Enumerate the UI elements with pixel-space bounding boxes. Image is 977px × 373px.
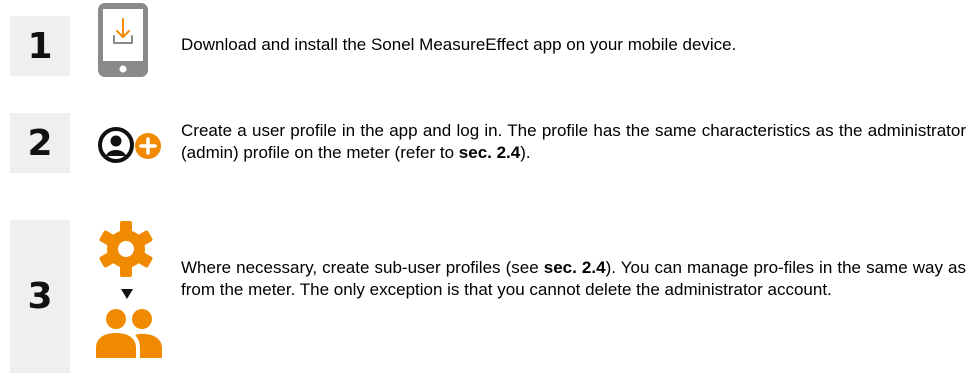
step-number-2: 2	[10, 113, 70, 173]
step-3-text: Where necessary, create sub-user profile…	[181, 258, 966, 299]
phone-download-icon	[98, 3, 148, 77]
step-1-text: Download and install the Sonel MeasureEf…	[181, 35, 737, 54]
step-number-3: 3	[10, 220, 70, 373]
plus-icon	[135, 133, 161, 159]
step-2-section-ref: sec. 2.4	[458, 143, 521, 162]
user-icon	[98, 127, 134, 163]
arrow-down-icon	[121, 289, 133, 299]
gear-icon	[99, 221, 153, 277]
users-icon	[96, 309, 162, 358]
step-2-text: Create a user profile in the app and log…	[181, 121, 966, 162]
step-number-1: 1	[10, 16, 70, 76]
step-3-section-ref: sec. 2.4	[543, 258, 606, 277]
